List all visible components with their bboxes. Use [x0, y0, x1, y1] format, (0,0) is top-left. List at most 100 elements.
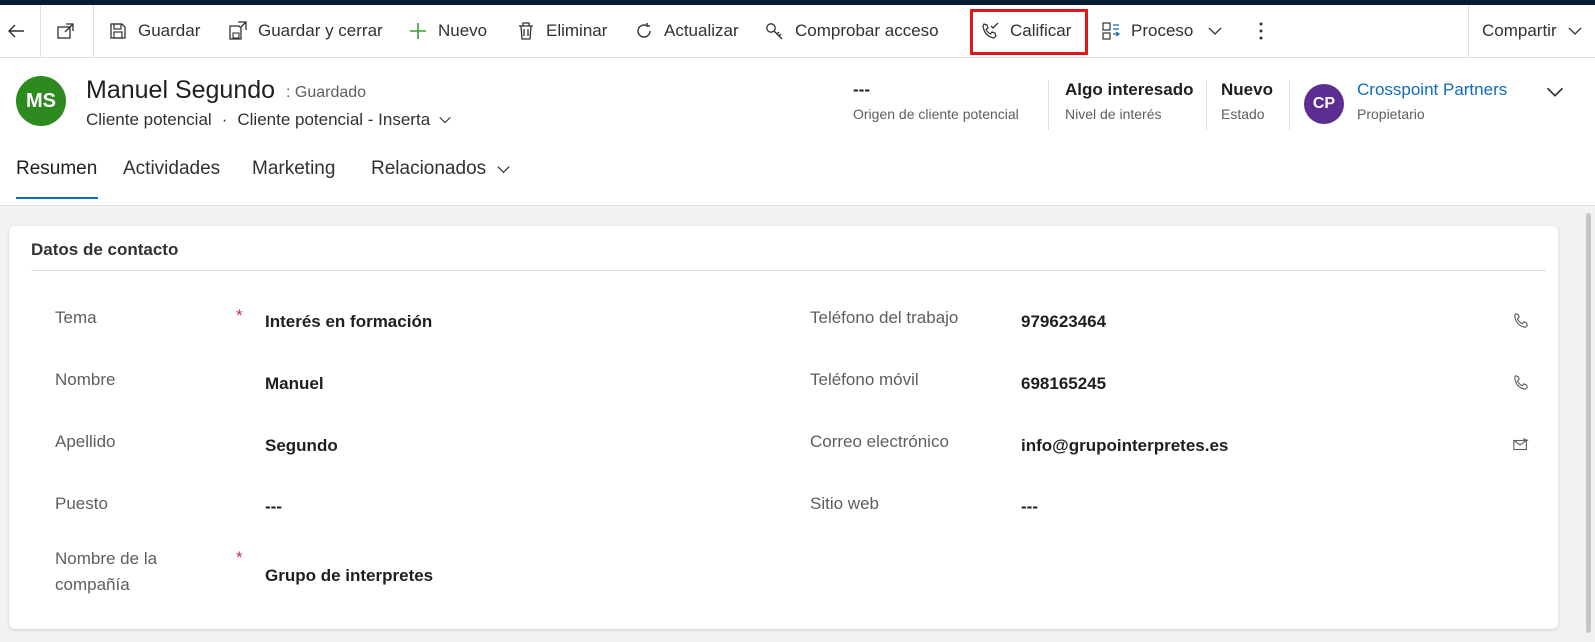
more-commands-button[interactable] [1258, 5, 1264, 57]
tab-label: Actividades [123, 158, 221, 179]
divider [40, 5, 41, 57]
section-title: Datos de contacto [31, 240, 179, 259]
delete-label: Eliminar [546, 21, 608, 40]
more-vertical-icon [1259, 22, 1263, 40]
avatar: MS [16, 76, 66, 126]
chevron-down-icon [439, 116, 451, 124]
save-close-button[interactable]: Guardar y cerrar [228, 5, 383, 57]
save-close-icon [229, 21, 247, 40]
refresh-icon [637, 23, 651, 38]
last-name-value[interactable]: Segundo [265, 436, 338, 456]
refresh-label: Actualizar [664, 21, 739, 40]
email-value[interactable]: info@grupointerpretes.es [1021, 436, 1228, 456]
form-selector[interactable]: Cliente potencial - Inserta [237, 110, 452, 130]
owner-link[interactable]: Crosspoint Partners [1357, 80, 1507, 100]
process-button[interactable]: Proceso [1101, 5, 1193, 57]
tab-actividades[interactable]: Actividades [123, 158, 220, 180]
lead-source-value: --- [853, 80, 870, 99]
email-icon[interactable] [1512, 436, 1530, 454]
tab-label: Marketing [252, 158, 336, 179]
header-field-owner: Crosspoint Partners Propietario [1357, 80, 1507, 122]
phone-icon[interactable] [1512, 312, 1530, 330]
field-label-company: Nombre de la compañía [55, 546, 157, 598]
tab-resumen[interactable]: Resumen [16, 158, 97, 180]
lead-source-label: Origen de cliente potencial [853, 106, 1019, 122]
phone-icon[interactable] [1512, 374, 1530, 392]
tab-marketing[interactable]: Marketing [252, 158, 335, 180]
interest-value: Algo interesado [1065, 80, 1194, 99]
divider [1048, 80, 1049, 130]
work-phone-value[interactable]: 979623464 [1021, 312, 1106, 332]
field-label-last-name: Apellido [55, 432, 116, 451]
field-label-mobile-phone: Teléfono móvil [810, 370, 919, 389]
chevron-down-icon [1208, 27, 1222, 35]
field-label-website: Sitio web [810, 494, 879, 513]
new-button[interactable]: Nuevo [408, 5, 487, 57]
divider [1206, 80, 1207, 130]
divider [1468, 5, 1469, 57]
save-status: : Guardado [286, 84, 367, 101]
field-label-first-name: Nombre [55, 370, 116, 389]
process-dropdown-button[interactable] [1207, 5, 1223, 57]
status-value: Nuevo [1221, 80, 1273, 99]
owner-avatar: CP [1304, 84, 1344, 124]
tab-label: Relacionados [371, 158, 487, 179]
back-arrow-icon [8, 24, 24, 38]
save-button[interactable]: Guardar [108, 5, 200, 57]
save-label: Guardar [138, 21, 201, 40]
chevron-down-icon [1568, 27, 1582, 35]
header-field-lead-source: --- Origen de cliente potencial [853, 80, 1019, 122]
expand-header-button[interactable] [1545, 70, 1565, 114]
mobile-phone-value[interactable]: 698165245 [1021, 374, 1106, 394]
first-name-value[interactable]: Manuel [265, 374, 324, 394]
field-label-job-title: Puesto [55, 494, 108, 513]
divider [1289, 80, 1290, 130]
tab-label: Resumen [16, 158, 98, 179]
header-field-status: Nuevo Estado [1221, 80, 1273, 122]
process-icon [1102, 22, 1121, 40]
interest-label: Nivel de interés [1065, 106, 1162, 122]
status-label: Estado [1221, 106, 1265, 122]
chevron-down-icon [1546, 87, 1564, 97]
open-window-icon [57, 23, 74, 39]
company-value[interactable]: Grupo de interpretes [265, 566, 433, 586]
check-access-button[interactable]: Comprobar acceso [765, 5, 939, 57]
share-button[interactable]: Compartir [1482, 5, 1583, 57]
contact-section-card: Datos de contacto Tema * Interés en form… [9, 226, 1558, 629]
subtitle-separator: · [221, 110, 228, 129]
scrollbar[interactable] [1586, 213, 1591, 633]
open-new-window-button[interactable] [56, 5, 76, 57]
required-indicator: * [236, 548, 243, 567]
divider [31, 270, 1546, 271]
refresh-button[interactable]: Actualizar [634, 5, 739, 57]
header-field-interest: Algo interesado Nivel de interés [1065, 80, 1193, 122]
record-subtitle: Cliente potencial · Cliente potencial - … [86, 110, 452, 130]
owner-label: Propietario [1357, 106, 1425, 122]
command-bar: Guardar Guardar y cerrar Nuevo Eliminar … [0, 5, 1595, 58]
divider [93, 5, 94, 57]
check-access-label: Comprobar acceso [795, 21, 939, 40]
form-name: Cliente potencial - Inserta [237, 110, 431, 129]
delete-button[interactable]: Eliminar [516, 5, 607, 57]
field-label-topic: Tema [55, 308, 97, 327]
entity-name: Cliente potencial [86, 110, 212, 129]
share-label: Compartir [1482, 21, 1557, 40]
topic-value[interactable]: Interés en formación [265, 312, 432, 332]
tab-relacionados[interactable]: Relacionados [371, 158, 511, 180]
process-label: Proceso [1131, 21, 1194, 40]
field-label-email: Correo electrónico [810, 432, 949, 451]
company-label-line2: compañía [55, 575, 130, 594]
job-title-value[interactable]: --- [265, 497, 282, 517]
website-value[interactable]: --- [1021, 497, 1038, 517]
trash-icon [519, 22, 533, 40]
qualify-highlight-box [970, 9, 1088, 55]
plus-icon [410, 23, 426, 39]
new-label: Nuevo [438, 21, 488, 40]
key-icon [766, 23, 783, 40]
field-label-work-phone: Teléfono del trabajo [810, 308, 959, 327]
required-indicator: * [236, 306, 243, 325]
save-close-label: Guardar y cerrar [258, 21, 383, 40]
save-icon [110, 23, 126, 39]
company-label-line1: Nombre de la [55, 549, 158, 568]
back-button[interactable] [6, 5, 26, 57]
